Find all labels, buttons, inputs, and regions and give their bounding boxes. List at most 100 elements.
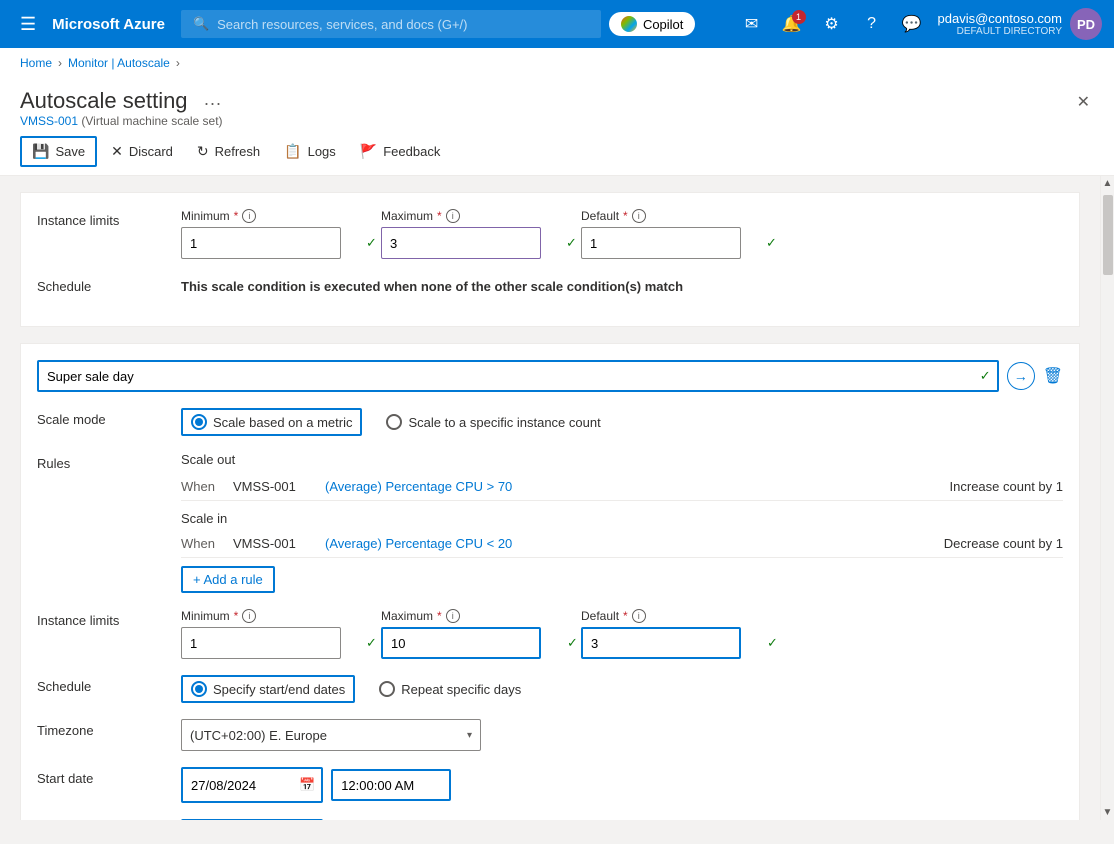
- logs-label: Logs: [308, 144, 336, 159]
- scale-in-label: Scale in: [181, 511, 1063, 526]
- minimum-input[interactable]: [190, 236, 366, 251]
- settings-icon[interactable]: ⚙: [814, 6, 850, 42]
- supersale-min-label: Minimum: [181, 609, 230, 623]
- breadcrumb-monitor[interactable]: Monitor | Autoscale: [68, 56, 170, 70]
- save-icon: 💾: [32, 143, 49, 160]
- discard-label: Discard: [129, 144, 173, 159]
- maximum-info-icon[interactable]: i: [446, 209, 460, 223]
- supersale-def-check: ✓: [767, 635, 778, 651]
- supersale-min-input[interactable]: [190, 636, 366, 651]
- minimum-info-icon[interactable]: i: [242, 209, 256, 223]
- delete-condition-icon[interactable]: 🗑: [1043, 366, 1063, 386]
- hamburger-menu[interactable]: ☰: [12, 14, 44, 35]
- discard-button[interactable]: ✕ Discard: [101, 138, 183, 165]
- timezone-label: Timezone: [37, 719, 157, 751]
- maximum-input[interactable]: [390, 236, 566, 251]
- start-date-calendar-icon[interactable]: 📅: [293, 777, 321, 793]
- scale-specific-option[interactable]: Scale to a specific instance count: [386, 414, 600, 430]
- app-title: Microsoft Azure: [52, 16, 165, 33]
- repeat-days-radio[interactable]: [379, 681, 395, 697]
- notification-icon[interactable]: 🔔 1: [774, 6, 810, 42]
- instance-limits-fields: Minimum * i ✓ Maximum * i: [181, 209, 741, 259]
- help-icon[interactable]: ?: [854, 6, 890, 42]
- scale-in-metric[interactable]: (Average) Percentage CPU < 20: [325, 536, 512, 551]
- supersale-card: ✓ → 🗑 Scale mode Scale based on a metric…: [20, 343, 1080, 820]
- discard-icon: ✕: [111, 143, 123, 160]
- start-date-row: Start date 📅: [37, 767, 1063, 803]
- instance-limits-label: Instance limits: [37, 209, 157, 259]
- instance-limits-row: Instance limits Minimum * i ✓: [37, 209, 1063, 259]
- scale-out-rule: When VMSS-001 (Average) Percentage CPU >…: [181, 473, 1063, 501]
- maximum-input-wrapper: ✓: [381, 227, 541, 259]
- top-navigation: ☰ Microsoft Azure 🔍 Copilot ✉ 🔔 1 ⚙ ? 💬 …: [0, 0, 1114, 48]
- scale-metric-option[interactable]: Scale based on a metric: [181, 408, 362, 436]
- default-scale-card: Instance limits Minimum * i ✓: [20, 192, 1080, 327]
- scale-out-when: When: [181, 479, 221, 494]
- rules-content: Scale out When VMSS-001 (Average) Percen…: [181, 452, 1063, 593]
- start-date-input-wrapper: 📅: [181, 767, 323, 803]
- username: pdavis@contoso.com: [938, 11, 1062, 26]
- minimum-field: Minimum * i ✓: [181, 209, 341, 259]
- copilot-icon: [621, 16, 637, 32]
- copilot-button[interactable]: Copilot: [609, 12, 695, 36]
- repeat-days-label: Repeat specific days: [401, 682, 521, 697]
- feedback-nav-icon[interactable]: 💬: [894, 6, 930, 42]
- supersale-def-info[interactable]: i: [632, 609, 646, 623]
- more-options-icon[interactable]: ···: [204, 93, 222, 114]
- user-avatar[interactable]: PD: [1070, 8, 1102, 40]
- start-date-input[interactable]: [183, 769, 293, 801]
- scale-out-resource: VMSS-001: [233, 479, 313, 494]
- feedback-icon: 🚩: [360, 143, 377, 160]
- scroll-down-arrow[interactable]: ▼: [1103, 805, 1113, 820]
- timezone-row: Timezone (UTC+02:00) E. Europe ▾: [37, 719, 1063, 751]
- supersale-header: ✓ → 🗑: [37, 360, 1063, 392]
- name-input-wrapper: ✓: [37, 360, 999, 392]
- condition-name-input[interactable]: [37, 360, 999, 392]
- scale-specific-radio[interactable]: [386, 414, 402, 430]
- nav-icons: ✉ 🔔 1 ⚙ ? 💬: [734, 6, 930, 42]
- start-time-input[interactable]: [331, 769, 451, 801]
- resource-type: (Virtual machine scale set): [81, 114, 222, 128]
- resource-link[interactable]: VMSS-001: [20, 114, 78, 128]
- repeat-days-option[interactable]: Repeat specific days: [379, 681, 521, 697]
- minimum-label: Minimum: [181, 209, 230, 223]
- default-check-icon: ✓: [766, 235, 777, 251]
- maximum-field: Maximum * i ✓: [381, 209, 541, 259]
- breadcrumb-home[interactable]: Home: [20, 56, 52, 70]
- logs-button[interactable]: 📋 Logs: [274, 138, 346, 165]
- user-info[interactable]: pdavis@contoso.com DEFAULT DIRECTORY: [938, 11, 1062, 37]
- user-directory: DEFAULT DIRECTORY: [938, 26, 1062, 37]
- scroll-up-arrow[interactable]: ▲: [1103, 176, 1113, 191]
- maximum-check-icon: ✓: [566, 235, 577, 251]
- feedback-button[interactable]: 🚩 Feedback: [350, 138, 451, 165]
- scale-metric-radio[interactable]: [191, 414, 207, 430]
- default-field: Default * i ✓: [581, 209, 741, 259]
- supersale-def-input[interactable]: [591, 636, 767, 651]
- supersale-min-info[interactable]: i: [242, 609, 256, 623]
- close-button[interactable]: ✕: [1073, 88, 1094, 116]
- supersale-max-info[interactable]: i: [446, 609, 460, 623]
- supersale-def-label: Default: [581, 609, 619, 623]
- default-input[interactable]: [590, 236, 766, 251]
- supersale-max-input[interactable]: [391, 636, 567, 651]
- save-button[interactable]: 💾 Save: [20, 136, 97, 167]
- email-icon[interactable]: ✉: [734, 6, 770, 42]
- supersale-instance-limits-row: Instance limits Minimum * i ✓: [37, 609, 1063, 659]
- search-bar[interactable]: 🔍: [181, 10, 601, 38]
- schedule-label: Schedule: [37, 275, 157, 294]
- scroll-thumb[interactable]: [1103, 195, 1113, 275]
- scale-out-metric[interactable]: (Average) Percentage CPU > 70: [325, 479, 512, 494]
- start-date-label: Start date: [37, 767, 157, 803]
- specify-dates-radio[interactable]: [191, 681, 207, 697]
- default-info-icon[interactable]: i: [632, 209, 646, 223]
- supersale-max-input-wrapper: ✓: [381, 627, 541, 659]
- timezone-dropdown[interactable]: (UTC+02:00) E. Europe ▾: [181, 719, 481, 751]
- add-rule-button[interactable]: + Add a rule: [181, 566, 275, 593]
- specify-dates-option[interactable]: Specify start/end dates: [181, 675, 355, 703]
- search-icon: 🔍: [193, 16, 209, 32]
- search-input[interactable]: [217, 17, 589, 32]
- vertical-scrollbar[interactable]: ▲ ▼: [1100, 176, 1114, 820]
- arrow-right-icon[interactable]: →: [1007, 362, 1035, 390]
- timezone-value: (UTC+02:00) E. Europe: [190, 728, 327, 743]
- refresh-button[interactable]: ↻ Refresh: [187, 138, 270, 165]
